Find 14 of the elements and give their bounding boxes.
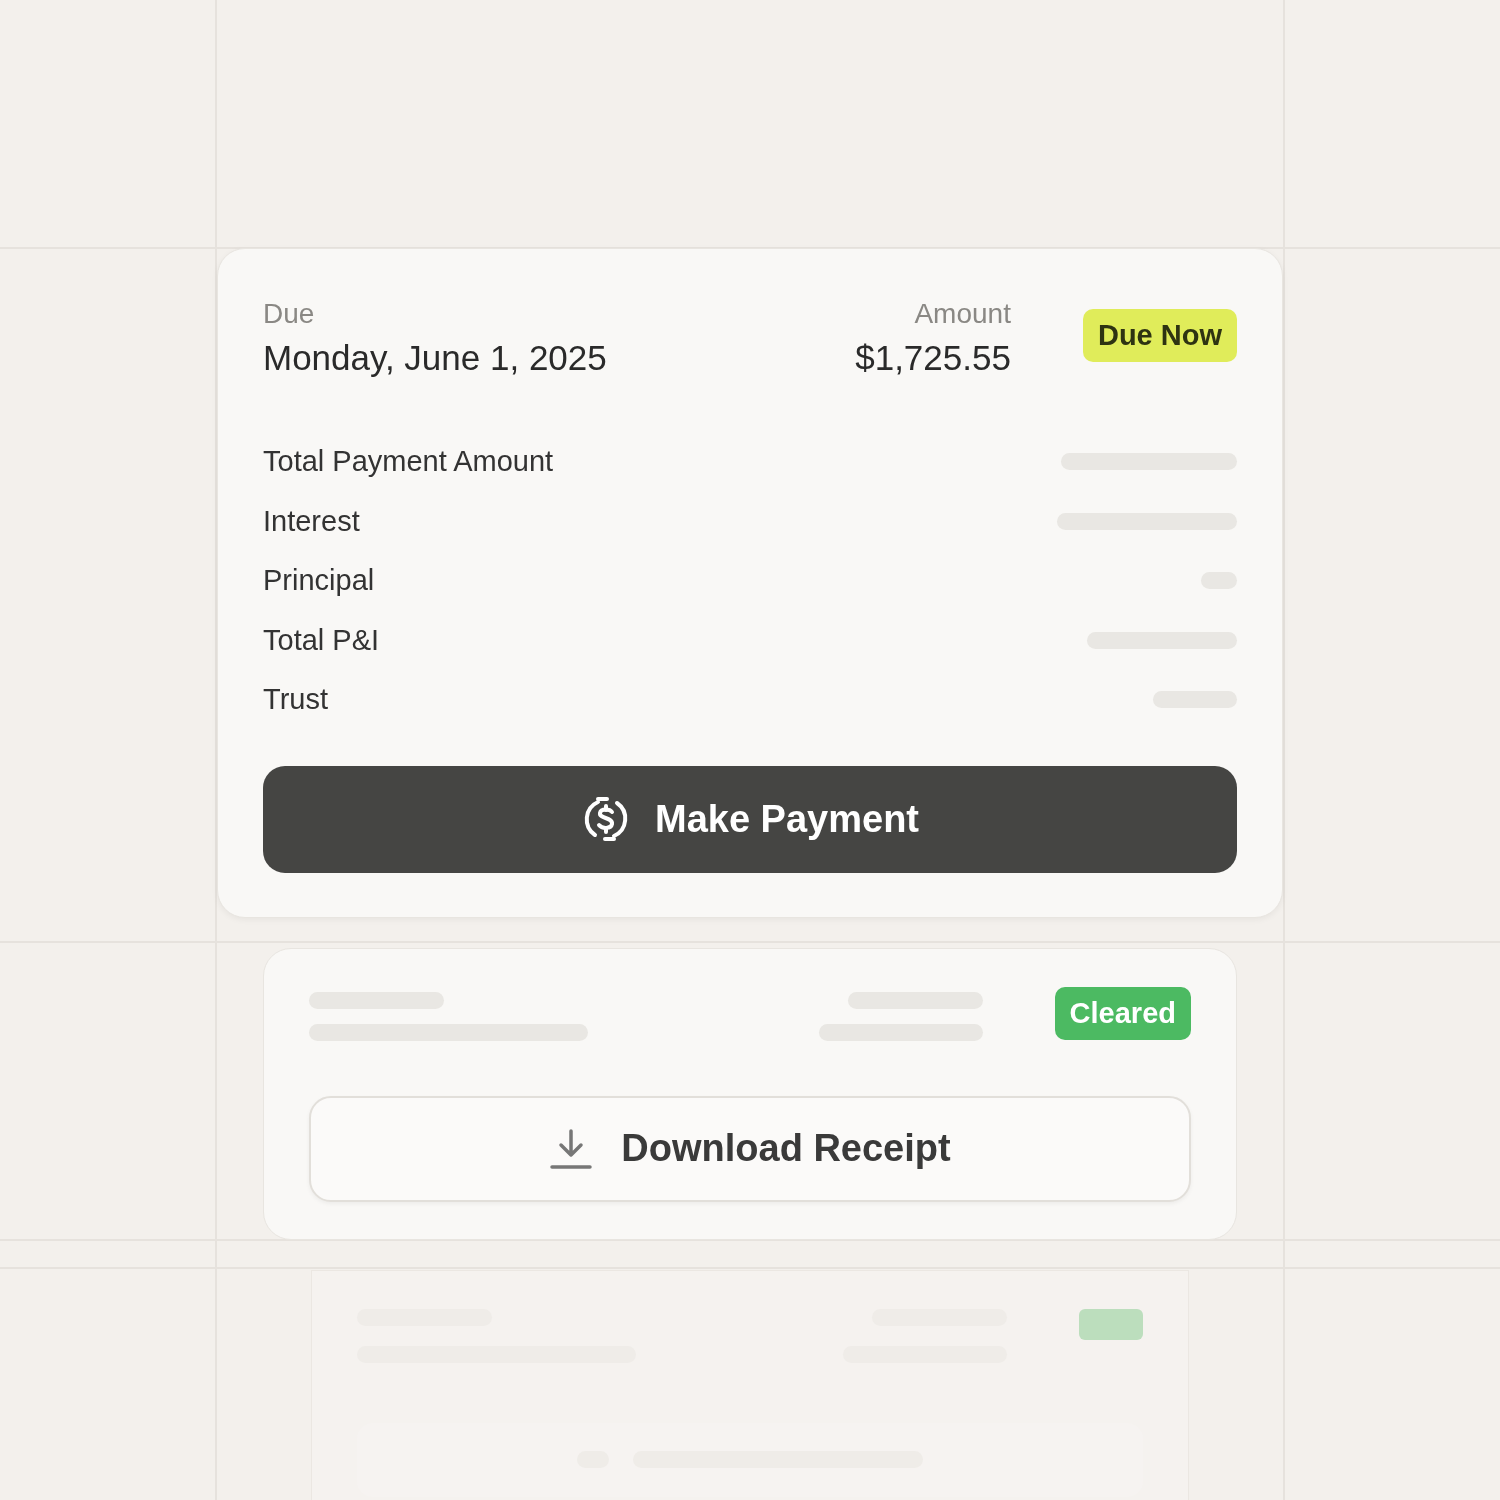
row-label: Total Payment Amount <box>263 445 554 479</box>
amount-value: $1,725.55 <box>855 337 1011 379</box>
download-icon <box>549 1126 594 1171</box>
row-label: Principal <box>263 564 375 598</box>
row-label: Interest <box>263 504 360 538</box>
amount-label: Amount <box>914 297 1011 331</box>
row-label: Trust <box>263 683 328 717</box>
due-label: Due <box>263 297 316 331</box>
make-payment-button[interactable]: Make Payment <box>263 765 1237 873</box>
download-receipt-button[interactable]: Download Receipt <box>309 1095 1191 1202</box>
due-date: Monday, June 1, 2025 <box>263 337 608 379</box>
status-badge: Due Now <box>1082 309 1237 362</box>
row-label: Total P&I <box>263 623 380 657</box>
status-badge: Cleared <box>1054 986 1191 1040</box>
